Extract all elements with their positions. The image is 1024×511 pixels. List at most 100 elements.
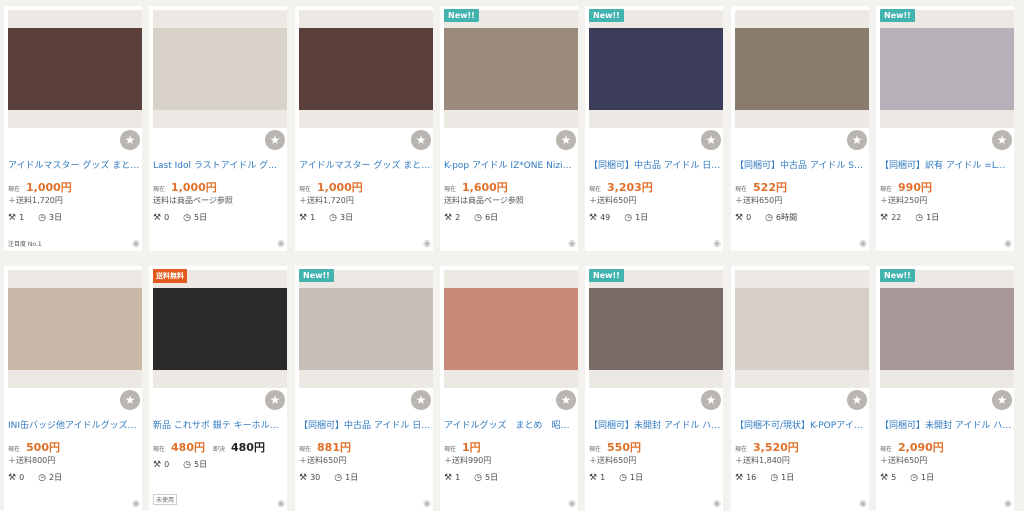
favorite-star-icon[interactable]: ★ xyxy=(992,390,1012,410)
listing-title[interactable]: 新品 これサポ 銀テ キーホルダー … xyxy=(153,418,285,431)
new-badge: New!! xyxy=(299,269,334,282)
listing-title[interactable]: 【同梱可】中古品 アイドル 日向坂… xyxy=(299,418,431,431)
favorite-star-icon[interactable]: ★ xyxy=(556,390,576,410)
favorite-star-icon[interactable]: ★ xyxy=(411,130,431,150)
listing-thumbnail[interactable] xyxy=(880,10,1014,128)
listing-card[interactable]: ★ アイドルグッズ まとめ 昭和レ… 現在 1円 ＋送料990円 ⚒ 1 ◷ 5日 ◉ xyxy=(440,266,578,511)
listing-title[interactable]: 【同梱不可/現状】K-POPアイドル… xyxy=(735,418,867,431)
listing-thumbnail[interactable] xyxy=(299,10,433,128)
watch-eye-icon[interactable]: ◉ xyxy=(1004,239,1012,249)
listing-thumbnail[interactable] xyxy=(153,270,287,388)
clock-icon: ◷ xyxy=(329,213,338,223)
favorite-star-icon[interactable]: ★ xyxy=(120,130,140,150)
listing-title[interactable]: 【同梱可】訳有 アイドル =LOVE … xyxy=(880,158,1012,171)
time-left-value: 1日 xyxy=(630,473,644,482)
clock-icon: ◷ xyxy=(474,473,483,483)
listing-card[interactable]: New!! ★ 【同梱可】訳有 アイドル =LOVE … 現在 990円 ＋送料250円 ⚒… xyxy=(876,6,1014,251)
listing-meta: ⚒ 22 ◷ 1日 xyxy=(880,212,939,223)
watch-eye-icon[interactable]: ◉ xyxy=(859,239,867,249)
watch-eye-icon[interactable]: ◉ xyxy=(132,239,140,249)
listing-thumbnail[interactable] xyxy=(444,270,578,388)
watch-eye-icon[interactable]: ◉ xyxy=(277,239,285,249)
watch-eye-icon[interactable]: ◉ xyxy=(1004,499,1012,509)
current-price: 990円 xyxy=(898,181,932,194)
listing-meta: ⚒ 49 ◷ 1日 xyxy=(589,212,648,223)
listing-title[interactable]: 【同梱可】未開封 アイドル ハロプ… xyxy=(880,418,1012,431)
time-left: ◷ 6時間 xyxy=(765,213,797,223)
listing-thumbnail[interactable] xyxy=(153,10,287,128)
watch-eye-icon[interactable]: ◉ xyxy=(423,499,431,509)
listing-thumbnail[interactable] xyxy=(444,10,578,128)
listing-thumbnail[interactable] xyxy=(880,270,1014,388)
clock-icon: ◷ xyxy=(770,473,779,483)
listing-title[interactable]: Last Idol ラストアイドル グッズ (… xyxy=(153,158,285,171)
favorite-star-icon[interactable]: ★ xyxy=(992,130,1012,150)
bid-count: 0 xyxy=(164,460,170,469)
favorite-star-icon[interactable]: ★ xyxy=(411,390,431,410)
listing-card[interactable]: ★ アイドルマスター グッズ まとめ売り現在 1,000円 ＋送料1,720円 ⚒1 ◷3… xyxy=(4,6,142,251)
watch-eye-icon[interactable]: ◉ xyxy=(132,499,140,509)
listing-title[interactable]: 【同梱可】中古品 アイドル 日向坂… xyxy=(589,158,721,171)
listing-title[interactable]: INI缶バッジ他アイドルグッズまと… xyxy=(8,418,140,431)
listing-card[interactable]: ★ INI缶バッジ他アイドルグッズまと… 現在 500円 ＋送料800円 ⚒ 0 ◷ 2日 ◉ xyxy=(4,266,142,511)
watch-eye-icon[interactable]: ◉ xyxy=(859,499,867,509)
shipping-text: ＋送料800円 xyxy=(8,456,56,465)
listing-title[interactable]: 【同梱可】未開封 アイドル ハロプ… xyxy=(589,418,721,431)
favorite-star-icon[interactable]: ★ xyxy=(556,130,576,150)
listing-card[interactable]: ★ 【同梱不可/現状】K-POPアイドル… 現在 3,520円 ＋送料1,840円 ⚒ 16… xyxy=(731,266,869,511)
listing-card[interactable]: New!! ★ 【同梱可】中古品 アイドル 日向坂… 現在 881円 ＋送料650円 ⚒30… xyxy=(295,266,433,511)
favorite-star-icon[interactable]: ★ xyxy=(847,390,867,410)
listing-card[interactable]: ★ 【同梱可】中古品 アイドル SEVE… 現在 522円 ＋送料650円 ⚒ 0 ◷ 6時間 ◉ xyxy=(731,6,869,251)
listing-title[interactable]: アイドルマスター グッズ まとめ売り xyxy=(299,158,431,171)
watch-eye-icon[interactable]: ◉ xyxy=(423,239,431,249)
listing-card[interactable]: ★ Last Idol ラストアイドル グッズ (… 現在 1,000円送料は商品ペー… xyxy=(149,6,287,251)
bids-icon: ⚒ xyxy=(8,213,17,223)
favorite-star-icon[interactable]: ★ xyxy=(847,130,867,150)
time-left: ◷ 5日 xyxy=(183,213,207,223)
current-price: 3,203円 xyxy=(607,181,653,194)
listing-card[interactable]: New!! ★ 【同梱可】中古品 アイドル 日向坂… 現在 3,203円 ＋送料650円 ⚒… xyxy=(585,6,723,251)
listing-thumbnail[interactable] xyxy=(589,10,723,128)
current-price: 500円 xyxy=(26,441,60,454)
time-left: ◷ 1日 xyxy=(770,473,794,483)
listing-card[interactable]: New!! ★ 【同梱可】未開封 アイドル ハロプ… 現在 2,090円 ＋送料650円 ⚒… xyxy=(876,266,1014,511)
listing-grid: ★アイドルマスター グッズ まとめ売り現在1,000円＋送料1,720円⚒1◷3… xyxy=(0,0,1024,511)
current-price: 1円 xyxy=(462,441,481,454)
watch-eye-icon[interactable]: ◉ xyxy=(568,499,576,509)
current-label: 現在 xyxy=(8,446,21,453)
listing-card[interactable]: New!! ★ 【同梱可】未開封 アイドル ハロプ… 現在 550円 ＋送料650円 ⚒1 ◷… xyxy=(585,266,723,511)
favorite-star-icon[interactable]: ★ xyxy=(701,390,721,410)
listing-card[interactable]: ★ アイドルマスター グッズ まとめ売り現在 1,000円 ＋送料1,720円 ⚒1 ◷3… xyxy=(295,6,433,251)
new-badge: New!! xyxy=(589,9,624,22)
listing-thumbnail[interactable] xyxy=(735,270,869,388)
listing-thumbnail[interactable] xyxy=(299,270,433,388)
watch-eye-icon[interactable]: ◉ xyxy=(713,499,721,509)
favorite-star-icon[interactable]: ★ xyxy=(265,130,285,150)
favorite-star-icon[interactable]: ★ xyxy=(120,390,140,410)
listing-title[interactable]: アイドルグッズ まとめ 昭和レ… xyxy=(444,418,576,431)
listing-thumbnail[interactable] xyxy=(735,10,869,128)
listing-card[interactable]: New!! ★ K-pop アイドル IZ*ONE NiziU グ… 現在 1,600円… xyxy=(440,6,578,251)
shipping-text: ＋送料1,720円 xyxy=(8,196,63,205)
bid-count: 16 xyxy=(746,473,757,482)
favorite-star-icon[interactable]: ★ xyxy=(265,390,285,410)
price-row: 現在 3,520円 xyxy=(735,439,799,455)
time-left: ◷ 5日 xyxy=(474,473,498,483)
listing-thumbnail[interactable] xyxy=(8,270,142,388)
listing-photo xyxy=(735,288,869,370)
listing-title[interactable]: アイドルマスター グッズ まとめ売り xyxy=(8,158,140,171)
bids-icon: ⚒ xyxy=(444,213,453,223)
listing-thumbnail[interactable] xyxy=(589,270,723,388)
watch-eye-icon[interactable]: ◉ xyxy=(277,499,285,509)
watch-eye-icon[interactable]: ◉ xyxy=(713,239,721,249)
watch-eye-icon[interactable]: ◉ xyxy=(568,239,576,249)
listing-card[interactable]: 送料無料 ★ 新品 これサポ 銀テ キーホルダー … 現在 480円 即決 480円 ⚒ 0 ◷ 5… xyxy=(149,266,287,511)
listing-title[interactable]: K-pop アイドル IZ*ONE NiziU グ… xyxy=(444,158,576,171)
favorite-star-icon[interactable]: ★ xyxy=(701,130,721,150)
listing-title[interactable]: 【同梱可】中古品 アイドル SEVE… xyxy=(735,158,867,171)
current-label: 現在 xyxy=(444,186,457,193)
listing-photo xyxy=(735,28,869,110)
listing-photo xyxy=(299,288,433,370)
time-left-value: 5日 xyxy=(194,460,208,469)
listing-thumbnail[interactable] xyxy=(8,10,142,128)
